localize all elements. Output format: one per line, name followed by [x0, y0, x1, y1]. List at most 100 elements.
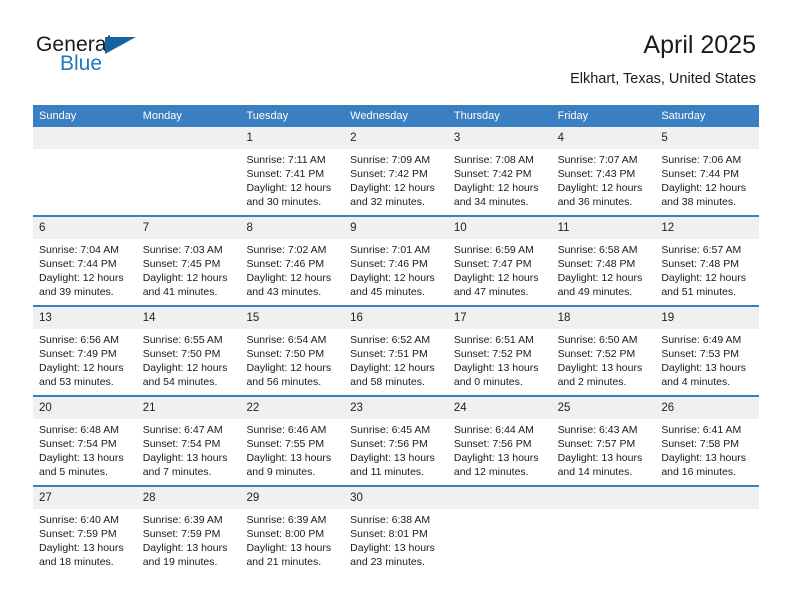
day-number[interactable]: 22 [240, 397, 344, 419]
calendar-cell[interactable]: Sunrise: 6:54 AM Sunset: 7:50 PM Daylight:… [240, 329, 344, 395]
day-detail-band: Sunrise: 6:56 AM Sunset: 7:49 PM Daylight:… [33, 329, 759, 395]
day-number[interactable]: 4 [552, 127, 656, 149]
day-number[interactable]: 7 [137, 217, 241, 239]
calendar-cell[interactable]: Sunrise: 6:58 AM Sunset: 7:48 PM Daylight:… [552, 239, 656, 305]
sunrise-time: Sunrise: 6:39 AM [142, 514, 223, 526]
weekday-header-tuesday: Tuesday [246, 110, 289, 122]
sunrise-time: Sunrise: 6:39 AM [246, 514, 327, 526]
day-number-band: 13 14 15 16 17 18 19 [33, 307, 759, 329]
daylight-duration-line1: Daylight: 13 hours [453, 362, 539, 375]
sunset-time: Sunset: 7:52 PM [557, 348, 636, 361]
week-row: 27 28 29 30 Sunrise: 6:40 AM Sunset: 7:59 PM D… [33, 485, 759, 575]
day-number[interactable]: 24 [448, 397, 552, 419]
sunrise-time: Sunrise: 6:40 AM [39, 514, 119, 526]
location-subtitle: Elkhart, Texas, United States [570, 71, 756, 87]
calendar-cell[interactable]: Sunrise: 7:11 AM Sunset: 7:41 PM Daylight:… [240, 149, 344, 215]
sunset-time: Sunset: 7:48 PM [557, 258, 636, 271]
calendar-cell[interactable]: Sunrise: 6:56 AM Sunset: 7:49 PM Daylight:… [33, 329, 137, 395]
sunrise-time: Sunrise: 7:09 AM [350, 154, 431, 166]
day-number[interactable]: 25 [552, 397, 656, 419]
calendar-cell[interactable]: Sunrise: 6:39 AM Sunset: 7:59 PM Daylight:… [137, 509, 241, 575]
daylight-duration-line1: Daylight: 12 hours [39, 362, 124, 375]
calendar-cell[interactable]: Sunrise: 6:41 AM Sunset: 7:58 PM Daylight:… [655, 419, 759, 485]
daylight-duration-line1: Daylight: 13 hours [142, 452, 228, 465]
day-detail-band: Sunrise: 6:40 AM Sunset: 7:59 PM Daylight:… [33, 509, 759, 575]
page-header: General Blue April 2025 Elkhart, Texas, … [0, 0, 792, 87]
weekday-header-friday: Friday [557, 110, 589, 122]
day-number[interactable]: 2 [344, 127, 448, 149]
calendar-cell[interactable]: Sunrise: 6:49 AM Sunset: 7:53 PM Daylight:… [655, 329, 759, 395]
calendar-cell[interactable]: Sunrise: 7:04 AM Sunset: 7:44 PM Daylight:… [33, 239, 137, 305]
day-number[interactable]: 21 [137, 397, 241, 419]
calendar-cell[interactable]: Sunrise: 6:47 AM Sunset: 7:54 PM Daylight:… [137, 419, 241, 485]
day-number-empty [655, 487, 759, 509]
calendar-cell[interactable]: Sunrise: 7:07 AM Sunset: 7:43 PM Daylight:… [552, 149, 656, 215]
day-number[interactable]: 10 [448, 217, 552, 239]
daylight-duration-line2: and 49 minutes. [557, 286, 633, 299]
day-number[interactable]: 30 [344, 487, 448, 509]
calendar-weeks: 1 2 3 4 5 Sunrise: 7:11 AM Sunset: 7:41 PM Dayl… [33, 127, 759, 575]
calendar-cell[interactable]: Sunrise: 7:01 AM Sunset: 7:46 PM Daylight:… [344, 239, 448, 305]
daylight-duration-line1: Daylight: 12 hours [246, 182, 332, 195]
day-number-empty [552, 487, 656, 509]
calendar-cell[interactable]: Sunrise: 6:48 AM Sunset: 7:54 PM Daylight:… [33, 419, 137, 485]
sunrise-time: Sunrise: 7:04 AM [39, 244, 119, 256]
calendar-cell[interactable]: Sunrise: 6:46 AM Sunset: 7:55 PM Daylight:… [240, 419, 344, 485]
day-number[interactable]: 16 [344, 307, 448, 329]
general-blue-logo[interactable]: General Blue [36, 34, 156, 82]
calendar-cell[interactable]: Sunrise: 6:39 AM Sunset: 8:00 PM Daylight:… [240, 509, 344, 575]
day-number[interactable]: 13 [33, 307, 137, 329]
day-number[interactable]: 28 [137, 487, 241, 509]
weekday-header-sunday: Sunday [39, 110, 77, 122]
sunset-time: Sunset: 7:50 PM [246, 348, 325, 361]
day-number[interactable]: 11 [552, 217, 656, 239]
day-number[interactable]: 20 [33, 397, 137, 419]
day-number[interactable]: 15 [240, 307, 344, 329]
daylight-duration-line1: Daylight: 12 hours [350, 362, 435, 375]
daylight-duration-line2: and 34 minutes. [453, 196, 529, 209]
calendar-cell[interactable]: Sunrise: 7:03 AM Sunset: 7:45 PM Daylight:… [137, 239, 241, 305]
day-number[interactable]: 6 [33, 217, 137, 239]
calendar-cell[interactable]: Sunrise: 7:02 AM Sunset: 7:46 PM Daylight:… [240, 239, 344, 305]
calendar-cell[interactable]: Sunrise: 7:06 AM Sunset: 7:44 PM Daylight:… [655, 149, 759, 215]
day-number[interactable]: 3 [448, 127, 552, 149]
day-number[interactable]: 5 [655, 127, 759, 149]
day-number[interactable]: 26 [655, 397, 759, 419]
calendar-cell[interactable]: Sunrise: 6:51 AM Sunset: 7:52 PM Daylight:… [448, 329, 552, 395]
day-number[interactable]: 23 [344, 397, 448, 419]
day-number[interactable]: 9 [344, 217, 448, 239]
calendar-cell[interactable]: Sunrise: 6:59 AM Sunset: 7:47 PM Daylight:… [448, 239, 552, 305]
day-number[interactable]: 19 [655, 307, 759, 329]
calendar-cell[interactable]: Sunrise: 6:57 AM Sunset: 7:48 PM Daylight:… [655, 239, 759, 305]
day-number[interactable]: 18 [552, 307, 656, 329]
calendar-cell[interactable]: Sunrise: 7:08 AM Sunset: 7:42 PM Daylight:… [448, 149, 552, 215]
daylight-duration-line2: and 2 minutes. [557, 376, 627, 389]
calendar-cell[interactable]: Sunrise: 6:43 AM Sunset: 7:57 PM Daylight:… [552, 419, 656, 485]
calendar-cell[interactable]: Sunrise: 6:55 AM Sunset: 7:50 PM Daylight:… [137, 329, 241, 395]
day-number[interactable]: 27 [33, 487, 137, 509]
sunrise-time: Sunrise: 7:03 AM [142, 244, 223, 256]
day-number-band: 27 28 29 30 [33, 487, 759, 509]
day-number[interactable]: 29 [240, 487, 344, 509]
calendar-cell[interactable]: Sunrise: 7:09 AM Sunset: 7:42 PM Daylight:… [344, 149, 448, 215]
calendar-cell[interactable]: Sunrise: 6:45 AM Sunset: 7:56 PM Daylight:… [344, 419, 448, 485]
daylight-duration-line1: Daylight: 13 hours [661, 452, 746, 465]
calendar-cell[interactable]: Sunrise: 6:38 AM Sunset: 8:01 PM Daylight:… [344, 509, 448, 575]
triangle-icon [105, 37, 136, 54]
calendar-cell[interactable]: Sunrise: 6:52 AM Sunset: 7:51 PM Daylight:… [344, 329, 448, 395]
daylight-duration-line1: Daylight: 13 hours [350, 452, 435, 465]
sunset-time: Sunset: 7:48 PM [661, 258, 739, 271]
daylight-duration-line2: and 4 minutes. [661, 376, 731, 389]
calendar-cell[interactable]: Sunrise: 6:44 AM Sunset: 7:56 PM Daylight:… [448, 419, 552, 485]
day-number[interactable]: 14 [137, 307, 241, 329]
calendar-cell[interactable]: Sunrise: 6:50 AM Sunset: 7:52 PM Daylight:… [552, 329, 656, 395]
calendar-cell[interactable]: Sunrise: 6:40 AM Sunset: 7:59 PM Daylight:… [33, 509, 137, 575]
daylight-duration-line2: and 5 minutes. [39, 466, 108, 479]
day-number[interactable]: 17 [448, 307, 552, 329]
sunrise-time: Sunrise: 6:50 AM [557, 334, 638, 346]
day-number[interactable]: 12 [655, 217, 759, 239]
daylight-duration-line1: Daylight: 12 hours [246, 362, 332, 375]
sunrise-time: Sunrise: 7:02 AM [246, 244, 327, 256]
day-number[interactable]: 8 [240, 217, 344, 239]
day-number[interactable]: 1 [240, 127, 344, 149]
